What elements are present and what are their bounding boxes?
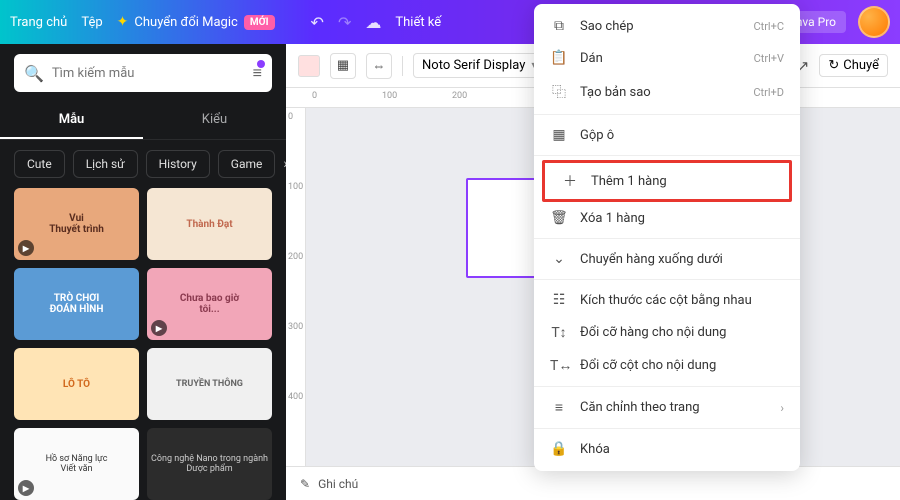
columns-icon: ☷ [550,292,568,308]
duplicate-icon: ⿻ [550,82,568,102]
notes-button[interactable]: Ghi chú [318,477,358,491]
notes-icon: ✎ [300,477,310,491]
vertical-ruler: 0 100 200 300 400 [286,108,306,500]
convert-button[interactable]: ↻ Chuyể [819,54,888,77]
ctx-move-row-down[interactable]: ⌄Chuyển hàng xuống dưới [534,243,800,275]
ctx-add-row[interactable]: ＋Thêm 1 hàng [545,163,789,199]
tab-templates[interactable]: Mẫu [0,102,143,139]
ctx-delete-row[interactable]: 🗑Xóa 1 hàng [534,202,800,234]
plus-icon: ＋ [561,171,579,191]
fit-width-icon: T↔ [550,357,568,374]
template-thumb[interactable]: TRUYỀN THÔNG [147,348,272,420]
spacing-icon[interactable]: ⇔ [366,53,392,79]
search-icon: 🔍 [24,64,44,83]
redo-icon[interactable]: ↷ [338,13,351,32]
magic-convert-menu[interactable]: ✦ Chuyển đổi Magic MỚI [117,14,275,30]
design-menu[interactable]: Thiết kế [395,15,441,30]
new-badge: MỚI [244,15,275,30]
template-thumb[interactable]: VuiThuyết trình▶ [14,188,139,260]
undo-icon[interactable]: ↶ [311,13,324,32]
category-chips: Cute Lịch sử History Game › [0,140,286,188]
chip-cute[interactable]: Cute [14,150,65,178]
lock-icon: 🔒 [550,441,568,457]
chevron-down-icon: ⌄ [550,251,568,267]
template-thumb[interactable]: TRÒ CHƠIĐOÁN HÌNH [14,268,139,340]
sidebar-tabs: Mẫu Kiểu [0,102,286,140]
footer-bar: ✎ Ghi chú [286,466,900,500]
tab-styles[interactable]: Kiểu [143,102,286,139]
home-menu[interactable]: Trang chủ [10,15,67,30]
play-icon: ▶ [151,320,167,336]
ctx-fit-row[interactable]: T↕Đổi cỡ hàng cho nội dung [534,316,800,349]
align-icon: ≡ [550,399,568,416]
template-thumb[interactable]: LÔ TÔ [14,348,139,420]
chip-history-vn[interactable]: Lịch sử [73,150,138,178]
color-swatch[interactable] [298,55,320,77]
play-icon: ▶ [18,480,34,496]
chip-game[interactable]: Game [218,150,276,178]
refresh-icon: ↻ [828,58,839,73]
merge-icon: ▦ [550,127,568,143]
template-grid: VuiThuyết trình▶ Thành Đạt TRÒ CHƠIĐOÁN … [0,188,286,500]
avatar[interactable] [858,6,890,38]
ctx-merge-cells[interactable]: ▦Gộp ô [534,119,800,151]
ctx-lock[interactable]: 🔒Khóa [534,433,800,465]
play-icon: ▶ [18,240,34,256]
border-icon[interactable]: ▦ [330,53,356,79]
chip-history[interactable]: History [146,150,210,178]
search-input[interactable] [52,66,245,81]
template-thumb[interactable]: Chưa bao giờtôi...▶ [147,268,272,340]
ctx-fit-column[interactable]: T↔Đổi cỡ cột cho nội dung [534,349,800,382]
ctx-equal-columns[interactable]: ☷Kích thước các cột bằng nhau [534,284,800,316]
filter-icon[interactable]: ≡ [253,63,262,83]
ctx-duplicate[interactable]: ⿻Tạo bản saoCtrl+D [534,74,800,110]
file-menu[interactable]: Tệp [81,15,102,30]
sparkle-icon: ✦ [117,14,129,30]
ctx-paste[interactable]: 📋DánCtrl+V [534,42,800,74]
ctx-copy[interactable]: ⧉Sao chépCtrl+C [534,10,800,42]
font-selector[interactable]: Noto Serif Display ▾ [413,53,545,78]
clipboard-icon: 📋 [550,50,568,66]
templates-sidebar: 🔍 ≡ Mẫu Kiểu Cute Lịch sử History Game ›… [0,44,286,500]
template-search[interactable]: 🔍 ≡ [14,54,272,92]
chevron-right-icon: › [780,401,784,415]
copy-icon: ⧉ [550,18,568,34]
trash-icon: 🗑 [550,210,568,226]
template-thumb[interactable]: Hồ sơ Năng lựcViết văn▶ [14,428,139,500]
ctx-align-page[interactable]: ≡Căn chỉnh theo trang› [534,391,800,424]
template-thumb[interactable]: Công nghệ Nano trong ngànhDược phẩm [147,428,272,500]
cloud-sync-icon[interactable]: ☁ [365,13,381,32]
fit-height-icon: T↕ [550,324,568,341]
template-thumb[interactable]: Thành Đạt [147,188,272,260]
context-menu: ⧉Sao chépCtrl+C 📋DánCtrl+V ⿻Tạo bản saoC… [534,4,800,471]
